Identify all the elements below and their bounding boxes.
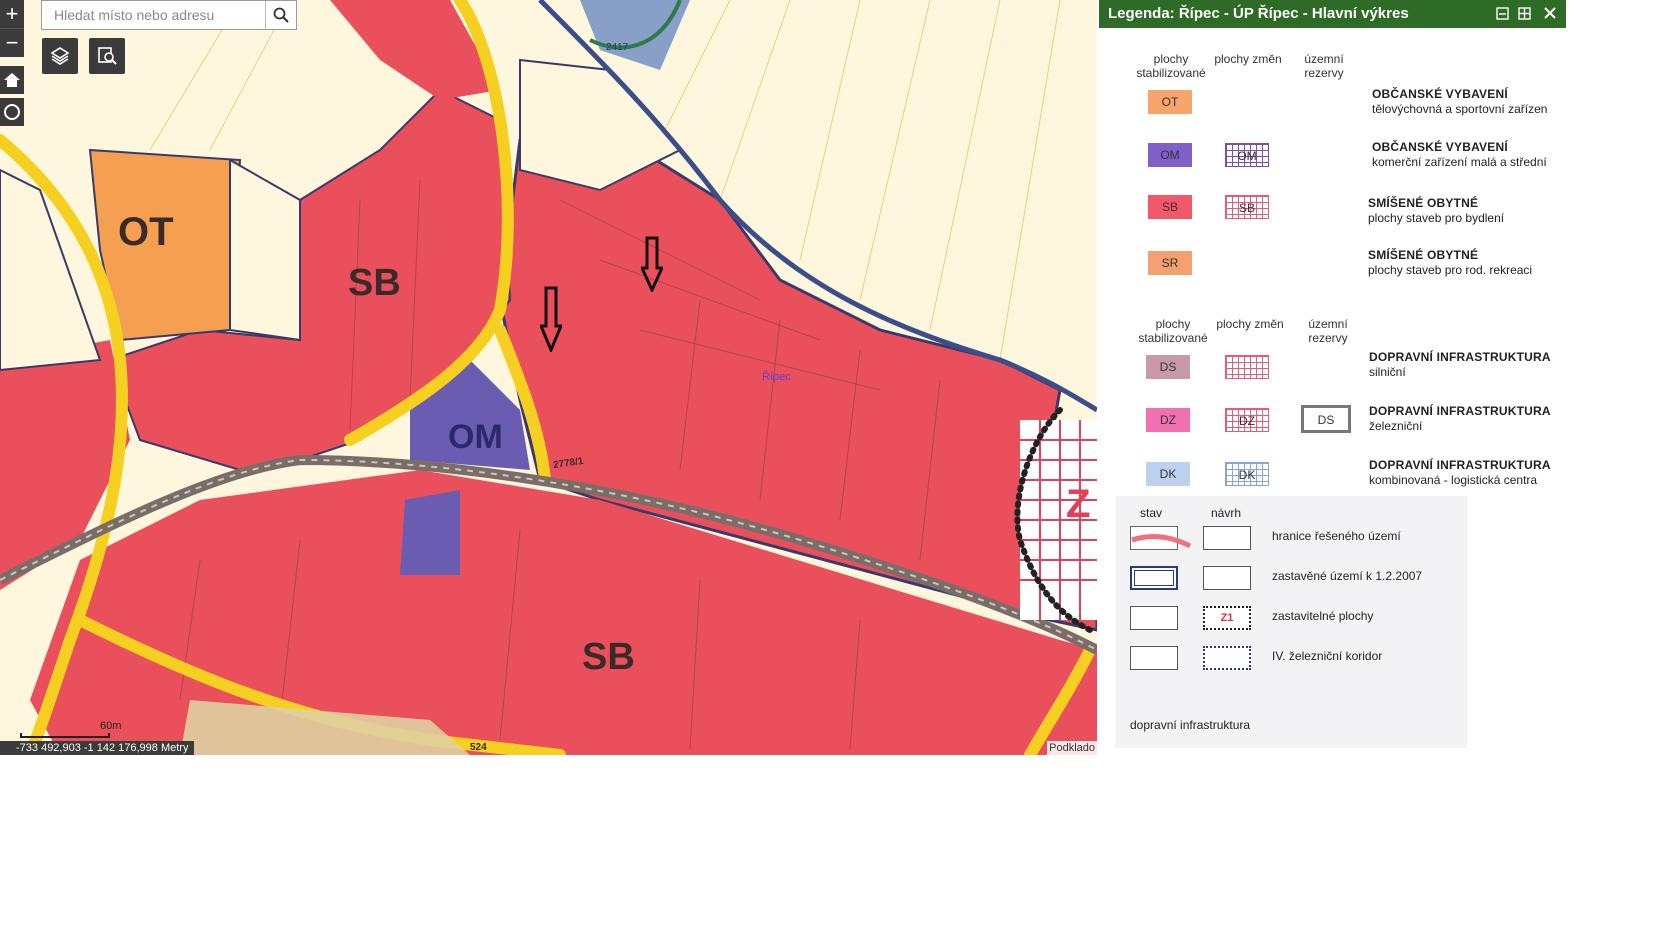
close-button[interactable] — [1541, 4, 1559, 22]
map-search-icon — [98, 47, 117, 65]
swatch-buildable-navrh: Z1 — [1203, 606, 1251, 630]
arrow-down-icon — [641, 236, 663, 292]
minimize-button[interactable] — [1493, 4, 1511, 22]
swatch-om: OM — [1148, 143, 1192, 167]
legend-subtitle: komerční zařízení malá a střední — [1372, 155, 1547, 169]
legend-title: OBČANSKÉ VYBAVENÍ — [1372, 87, 1508, 101]
swatch-boundary-navrh — [1203, 526, 1251, 550]
locate-icon — [4, 104, 20, 120]
search-icon — [273, 7, 289, 23]
legend-subtitle: plochy staveb pro bydlení — [1368, 211, 1505, 225]
swatch-ot: OT — [1148, 90, 1192, 114]
home-button[interactable] — [0, 66, 24, 94]
legend-row-dk: DOPRAVNÍ INFRASTRUKTURA kombinovaná - lo… — [1369, 458, 1551, 488]
legend-title: SMÍŠENÉ OBYTNÉ — [1368, 248, 1479, 262]
swatch-ds-change — [1225, 355, 1269, 379]
attribution[interactable]: Podklado — [1047, 741, 1097, 755]
zone-label-sb: SB — [348, 262, 401, 304]
swatch-dz: DZ — [1146, 408, 1190, 432]
zone-label-z: Z — [1066, 482, 1091, 526]
swatch-built-navrh — [1203, 566, 1251, 590]
search-button[interactable] — [265, 1, 296, 29]
swatch-sr: SR — [1148, 251, 1192, 275]
legend-built-label: zastavěné území k 1.2.2007 — [1272, 569, 1423, 583]
legend-title: SMÍŠENÉ OBYTNÉ — [1368, 196, 1479, 210]
map-canvas[interactable] — [0, 0, 1097, 755]
legend-image: plochy stabilizované plochy změn územní … — [1099, 28, 1566, 755]
search-input[interactable] — [42, 1, 266, 29]
legend-subtitle: tělovýchovná a sportovní zařízen — [1372, 102, 1548, 116]
legend-subtitle: kombinovaná - logistická centra — [1369, 473, 1538, 487]
legend-row-sr: SMÍŠENÉ OBYTNÉ plochy staveb pro rod. re… — [1368, 248, 1532, 278]
scale-bar — [20, 733, 110, 738]
swatch-corridor-navrh — [1203, 646, 1251, 670]
scale-label: 60m — [100, 720, 122, 732]
zoom-in-button[interactable]: + — [0, 0, 24, 28]
swatch-built-stav — [1130, 566, 1178, 590]
place-label-ripec: Řípec — [762, 371, 791, 383]
swatch-sb: SB — [1148, 195, 1192, 219]
legend-row-ot: OBČANSKÉ VYBAVENÍ tělovýchovná a sportov… — [1372, 87, 1547, 117]
zone-label-ot: OT — [118, 210, 174, 254]
column-header-changes-2: plochy změn — [1216, 317, 1284, 331]
search-box — [41, 0, 297, 30]
close-icon — [1544, 7, 1556, 19]
legend-subtitle: železniční — [1369, 419, 1423, 433]
legend-subtitle: plochy staveb pro rod. rekreaci — [1368, 263, 1533, 277]
home-icon — [4, 73, 20, 87]
legend-panel-title: Legenda: Řípec - ÚP Řípec - Hlavní výkre… — [1108, 5, 1409, 22]
legend-boundaries-box: stav návrh hranice řešeného území zastav… — [1115, 496, 1467, 748]
swatch-sb-change: SB — [1225, 195, 1269, 219]
swatch-dz-change: DZ — [1225, 408, 1269, 432]
legend-title: DOPRAVNÍ INFRASTRUKTURA — [1369, 458, 1551, 472]
column-header-stabilized: plochy stabilizované — [1136, 52, 1206, 80]
parcel-label-524: 524 — [470, 742, 487, 753]
column-header-navrh: návrh — [1211, 506, 1242, 520]
parcel-label-2417: 2417 — [606, 42, 629, 53]
coordinates-readout: -733 492,903 -1 142 176,998 Metry — [0, 741, 195, 755]
swatch-boundary-stav — [1130, 526, 1192, 550]
minimize-icon — [1495, 6, 1509, 20]
legend-panel-header: Legenda: Řípec - ÚP Řípec - Hlavní výkre… — [1099, 0, 1566, 28]
swatch-corridor-stav — [1130, 646, 1178, 670]
legend-row-ds: DOPRAVNÍ INFRASTRUKTURA silniční — [1369, 350, 1551, 380]
swatch-dk: DK — [1146, 462, 1190, 486]
legend-boundary-label: hranice řešeného území — [1272, 529, 1401, 543]
legend-button[interactable] — [89, 38, 125, 74]
boundary-line-icon — [1131, 534, 1192, 549]
legend-footer-label: dopravní infrastruktura — [1130, 718, 1251, 732]
swatch-ds: DS — [1146, 355, 1190, 379]
legend-buildable-label: zastavitelné plochy — [1272, 609, 1374, 623]
column-header-stav: stav — [1140, 506, 1163, 520]
column-header-stabilized-2: plochy stabilizované — [1138, 317, 1208, 345]
zone-label-sb-south: SB — [582, 636, 635, 678]
column-header-reserves: územní rezervy — [1304, 52, 1344, 80]
layers-button[interactable] — [42, 38, 78, 74]
map-view[interactable]: OT SB SB OM Řípec Z 524 2778/1 2417 + − — [0, 0, 1097, 755]
layers-icon — [50, 47, 70, 65]
legend-subtitle: silniční — [1369, 365, 1406, 379]
maximize-icon — [1517, 6, 1531, 20]
legend-corridor-label: IV. železniční koridor — [1272, 649, 1383, 663]
legend-row-sb: SMÍŠENÉ OBYTNÉ plochy staveb pro bydlení — [1368, 196, 1504, 226]
locate-button[interactable] — [0, 98, 24, 126]
column-header-reserves-2: územní rezervy — [1308, 317, 1348, 345]
legend-title: DOPRAVNÍ INFRASTRUKTURA — [1369, 350, 1551, 364]
legend-panel: Legenda: Řípec - ÚP Řípec - Hlavní výkre… — [1099, 0, 1566, 755]
maximize-button[interactable] — [1515, 4, 1533, 22]
legend-row-om: OBČANSKÉ VYBAVENÍ komerční zařízení malá… — [1372, 140, 1547, 170]
arrow-down-icon — [540, 286, 562, 352]
zone-label-om: OM — [448, 418, 503, 456]
swatch-ds-reserve: DS — [1301, 405, 1351, 433]
legend-title: OBČANSKÉ VYBAVENÍ — [1372, 140, 1508, 154]
legend-title: DOPRAVNÍ INFRASTRUKTURA — [1369, 404, 1551, 418]
legend-row-dz: DOPRAVNÍ INFRASTRUKTURA železniční — [1369, 404, 1551, 434]
column-header-changes: plochy změn — [1214, 52, 1282, 66]
zoom-out-button[interactable]: − — [0, 28, 24, 57]
swatch-dk-change: DK — [1225, 462, 1269, 486]
swatch-buildable-stav — [1130, 606, 1178, 630]
swatch-om-change: OM — [1225, 143, 1269, 167]
